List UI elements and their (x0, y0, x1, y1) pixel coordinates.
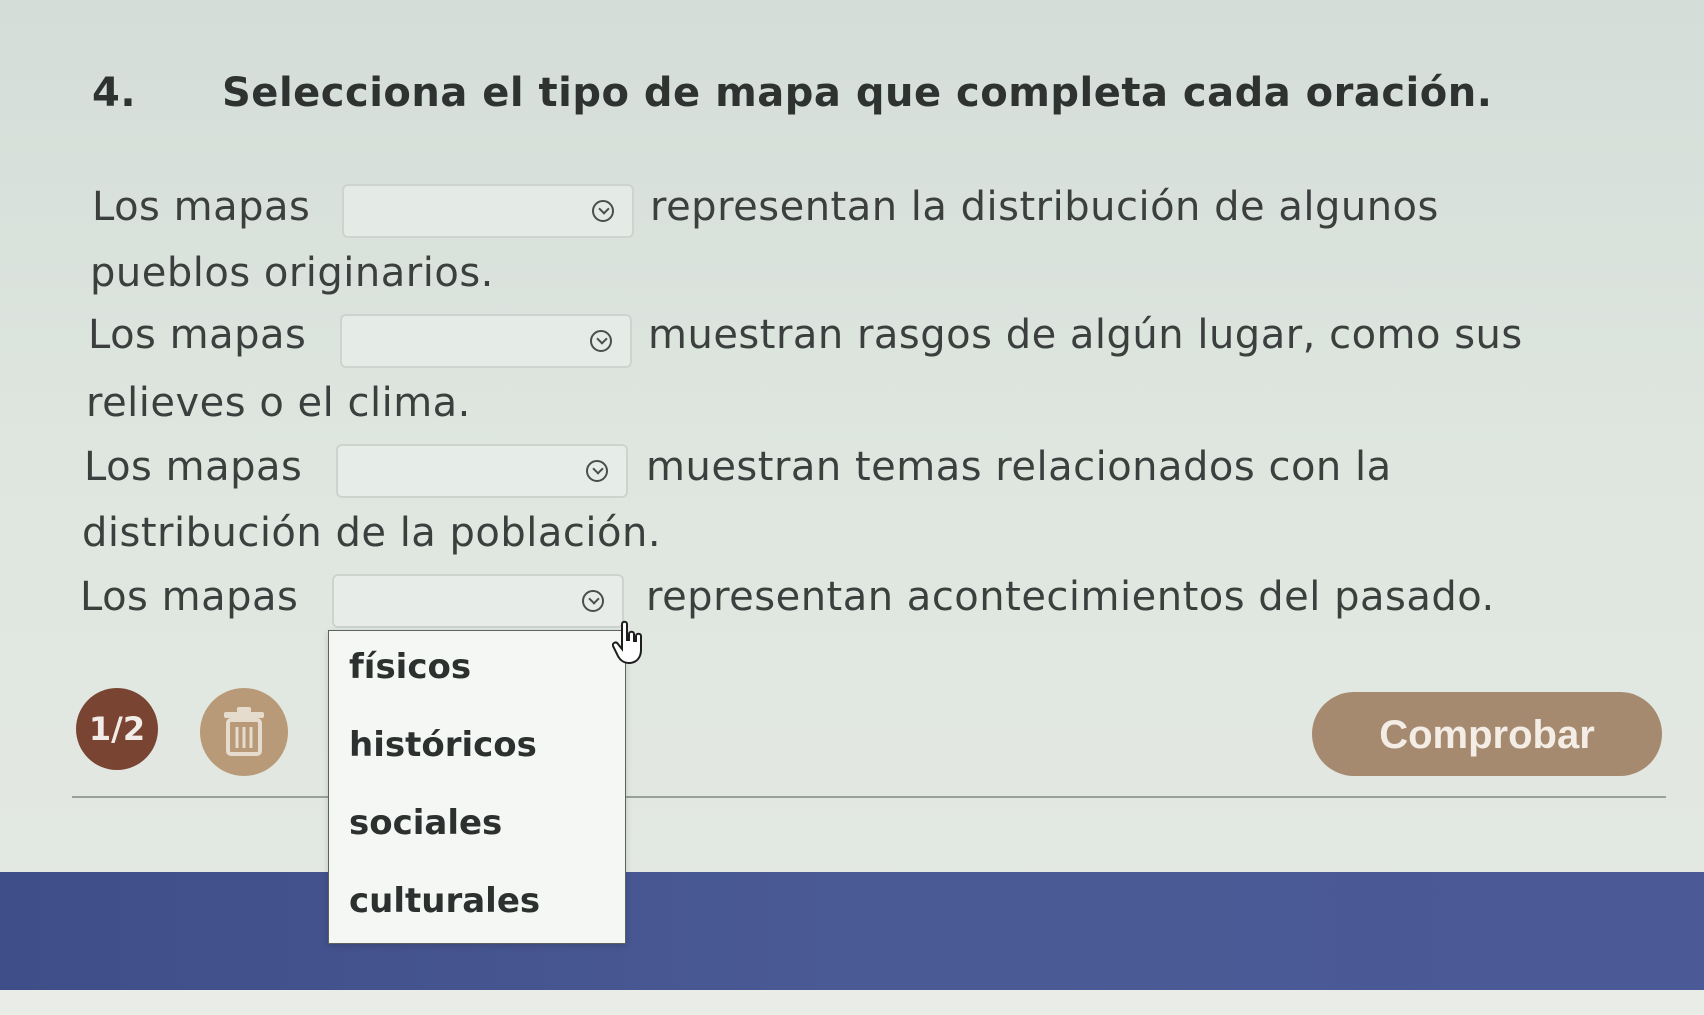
dropdown-option-sociales[interactable]: sociales (349, 803, 502, 843)
dropdown-option-historicos[interactable]: históricos (349, 725, 537, 765)
divider (72, 796, 1666, 798)
dropdown-option-fisicos[interactable]: físicos (349, 647, 471, 687)
chevron-down-icon (590, 330, 612, 352)
trash-icon (224, 707, 264, 756)
sentence-2-select[interactable] (340, 314, 632, 368)
sentence-1-continuation: pueblos originarios. (90, 250, 494, 296)
chevron-down-icon (586, 460, 608, 482)
bottom-strip (0, 990, 1704, 1015)
hand-cursor-icon (612, 620, 642, 665)
footer-band (0, 872, 1704, 990)
sentence-3-prefix: Los mapas (84, 444, 303, 490)
sentence-3-select[interactable] (336, 444, 628, 498)
chevron-down-icon (582, 590, 604, 612)
sentence-4-select[interactable] (332, 574, 624, 628)
chevron-down-icon (592, 200, 614, 222)
sentence-3-continuation: distribución de la población. (82, 510, 662, 556)
sentence-1-select[interactable] (342, 184, 634, 238)
sentence-4-prefix: Los mapas (80, 574, 299, 620)
trash-button[interactable] (200, 688, 288, 776)
sentence-2-prefix: Los mapas (88, 312, 307, 358)
question-title: 4. Selecciona el tipo de mapa que complet… (92, 70, 1492, 116)
sentence-1-suffix: representan la distribución de algunos (650, 184, 1439, 230)
sentence-1-prefix: Los mapas (92, 184, 311, 230)
sentence-2-continuation: relieves o el clima. (86, 380, 471, 426)
dropdown-list: físicos históricos sociales culturales (328, 630, 626, 944)
page-indicator: 1/2 (76, 688, 158, 770)
sentence-4-suffix: representan acontecimientos del pasado. (646, 574, 1495, 620)
question-text: Selecciona el tipo de mapa que completa … (222, 70, 1493, 116)
sentence-2-suffix: muestran rasgos de algún lugar, como sus (648, 312, 1523, 358)
dropdown-option-culturales[interactable]: culturales (349, 881, 540, 921)
sentence-3-suffix: muestran temas relacionados con la (646, 444, 1392, 490)
check-button[interactable]: Comprobar (1312, 692, 1662, 776)
question-number: 4. (92, 70, 137, 116)
